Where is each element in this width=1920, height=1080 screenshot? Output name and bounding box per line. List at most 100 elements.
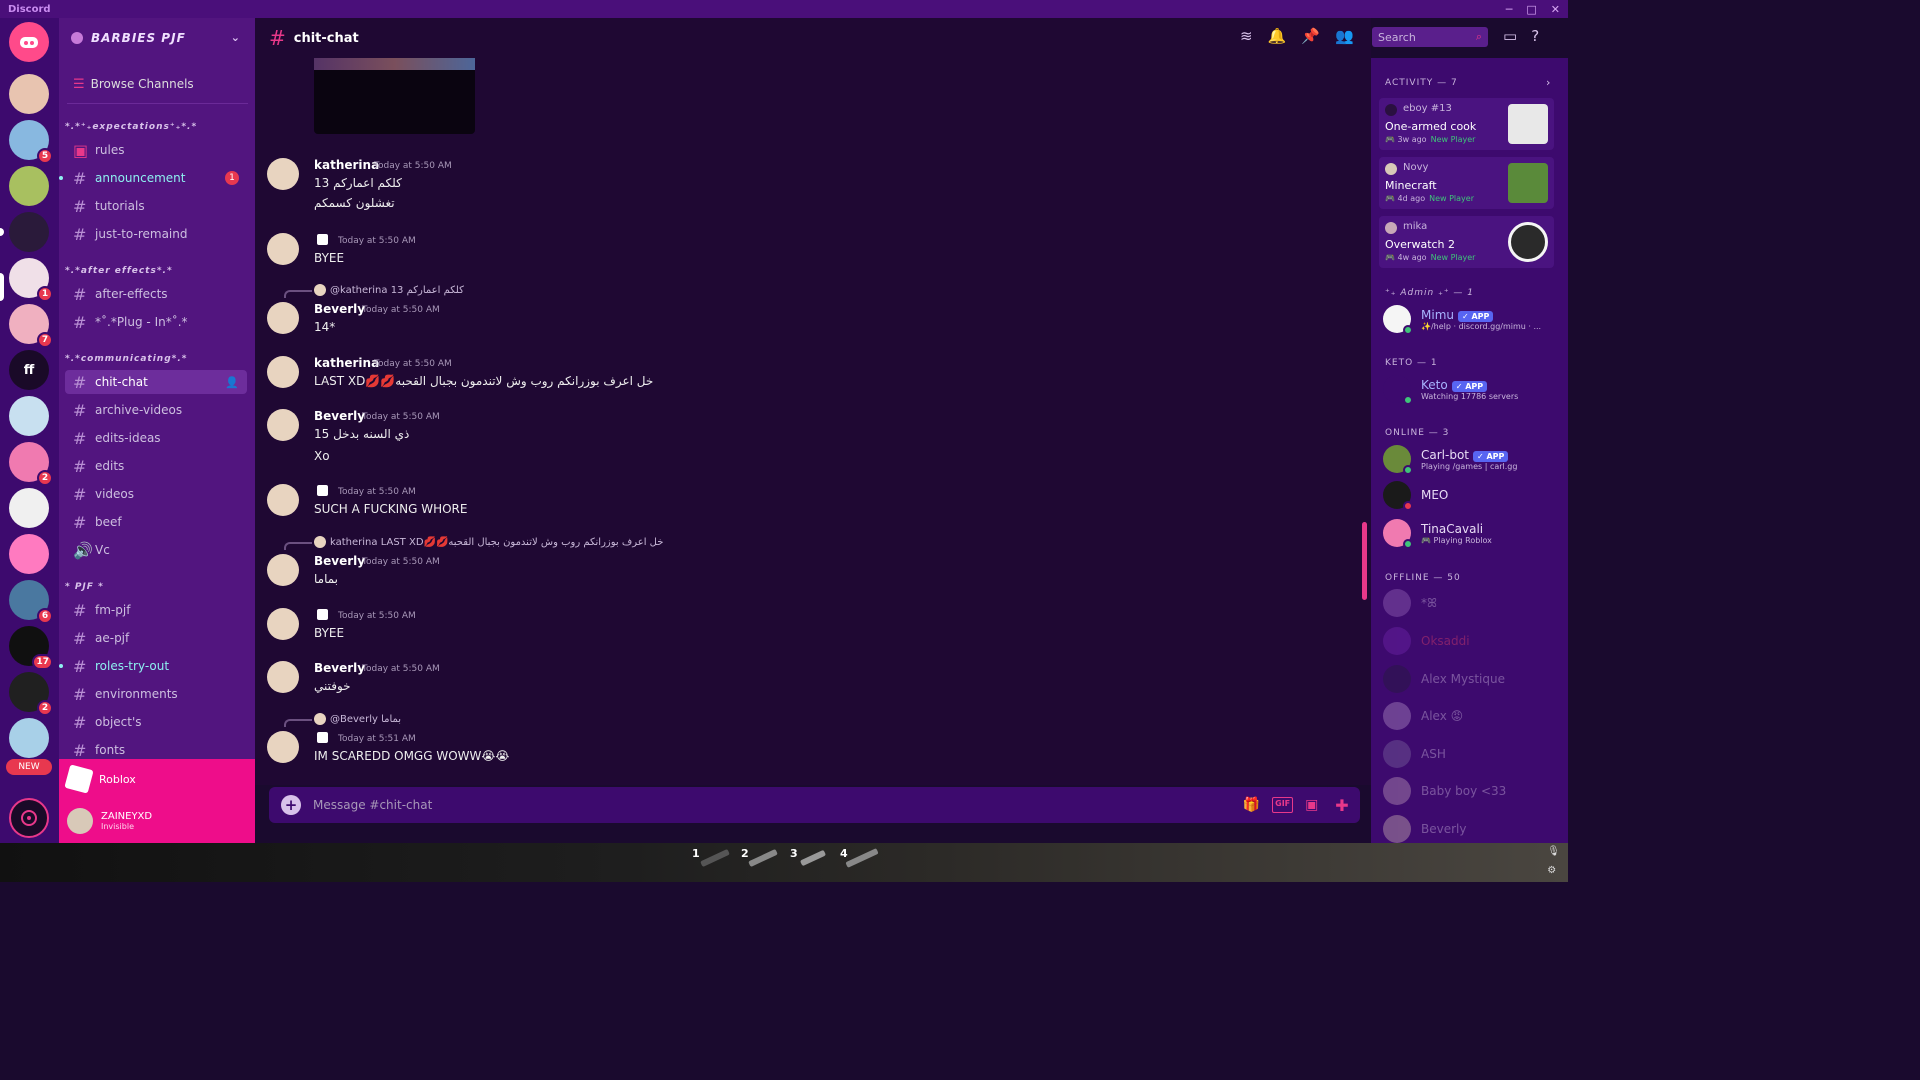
attach-plus-icon[interactable]: + (281, 795, 301, 815)
hotbar-slot[interactable]: 3 (790, 847, 798, 860)
minimize-button[interactable]: ─ (1506, 3, 1513, 16)
server-icon-selected[interactable]: 1 (9, 258, 53, 302)
server-icon[interactable] (9, 718, 49, 758)
member-list-icon[interactable]: 👥 (1335, 27, 1354, 45)
channel-edits-ideas[interactable]: # edits-ideas (65, 426, 247, 450)
reply-preview[interactable]: @katherina 13 كلكم اعماركم (314, 284, 464, 296)
image-attachment[interactable] (314, 58, 475, 134)
member-item[interactable]: MEO (1383, 478, 1563, 512)
avatar[interactable] (267, 608, 299, 640)
avatar[interactable] (267, 158, 299, 190)
channel-chit-chat[interactable]: # chit-chat 👤 (65, 370, 247, 394)
maximize-button[interactable]: □ (1526, 3, 1536, 16)
server-icon[interactable]: 5 (9, 120, 53, 164)
message-author[interactable]: Beverly (314, 661, 365, 675)
settings-icon[interactable]: ⚙ (1547, 865, 1560, 876)
channel-videos[interactable]: # videos (65, 482, 247, 506)
avatar[interactable] (267, 661, 299, 693)
activity-card[interactable]: mika Overwatch 2 🎮 4w ago New Player (1379, 216, 1554, 268)
avatar[interactable] (267, 484, 299, 516)
hotbar-slot[interactable]: 4 (840, 847, 848, 860)
server-icon[interactable]: 17 (9, 626, 53, 670)
avatar[interactable] (267, 233, 299, 265)
member-item[interactable]: Mimu ✓ APP ✨/help · discord.gg/mimu · ... (1383, 302, 1563, 336)
server-icon[interactable]: 7 (9, 304, 53, 348)
channel-tutorials[interactable]: # tutorials (65, 194, 247, 218)
channel-vc[interactable]: 🔊 Vc (65, 538, 247, 562)
channel-edits[interactable]: # edits (65, 454, 247, 478)
discover-button[interactable] (9, 798, 49, 838)
avatar[interactable] (267, 302, 299, 334)
member-item[interactable]: Alex Mystique (1383, 662, 1563, 696)
member-item[interactable]: ASH (1383, 737, 1563, 771)
channel-archive-videos[interactable]: # archive-videos (65, 398, 247, 422)
gif-icon[interactable]: GIF (1272, 797, 1294, 813)
message-author[interactable]: katherina (314, 356, 379, 370)
server-icon[interactable] (9, 396, 49, 436)
category-header[interactable]: *.*communicating*.* (65, 354, 187, 364)
avatar[interactable] (267, 409, 299, 441)
member-item[interactable]: Baby boy <33 (1383, 774, 1563, 808)
category-header[interactable]: *.*after effects*.* (65, 266, 173, 276)
channel-environments[interactable]: # environments (65, 682, 247, 706)
gift-icon[interactable]: 🎁 (1243, 797, 1260, 813)
reply-preview[interactable]: katherina LAST XD💋💋خل اعرف بوزرانكم روب … (314, 536, 663, 548)
avatar[interactable] (267, 356, 299, 388)
channel-announcement[interactable]: # announcement 1 (59, 166, 247, 190)
threads-icon[interactable]: ≋ (1240, 27, 1253, 45)
activity-card[interactable]: eboy #13 One-armed cook 🎮 3w ago New Play… (1379, 98, 1554, 150)
member-item[interactable]: TinaCavali 🎮 Playing Roblox (1383, 516, 1563, 550)
invite-icon[interactable]: 👤 (225, 376, 239, 389)
search-input[interactable]: Search ⌕ (1372, 27, 1488, 47)
member-item[interactable]: Oksaddi (1383, 624, 1563, 658)
hotbar-slot[interactable]: 2 (741, 847, 749, 860)
chevron-right-icon[interactable]: › (1546, 76, 1550, 89)
server-icon[interactable] (9, 488, 49, 528)
server-icon[interactable]: 2 (9, 442, 53, 486)
channel-after-effects[interactable]: # after-effects (65, 282, 247, 306)
avatar[interactable] (267, 731, 299, 763)
server-icon[interactable]: 2 (9, 672, 53, 716)
help-icon[interactable]: ? (1531, 27, 1539, 45)
category-header[interactable]: * PJF * (65, 582, 104, 592)
channel-objects[interactable]: # object's (65, 710, 247, 734)
channel-plug-in[interactable]: # *˚.*Plug - In*˚.* (65, 310, 247, 334)
sticker-icon[interactable]: ▣ (1305, 797, 1318, 813)
server-header[interactable]: BARBIES PJF ⌄ (59, 18, 255, 58)
hotbar-slot[interactable]: 1 (692, 847, 700, 860)
activity-card[interactable]: Novy Minecraft 🎮 4d ago New Player (1379, 157, 1554, 209)
message-author[interactable]: Beverly (314, 554, 365, 568)
message-author[interactable]: Beverly (314, 302, 365, 316)
message-composer[interactable]: + Message #chit-chat 🎁 GIF ▣ ☺ (269, 787, 1359, 823)
server-icon[interactable] (9, 166, 49, 206)
channel-rules[interactable]: ▣ rules (65, 138, 247, 162)
member-item[interactable]: Keto ✓ APP Watching 17786 servers (1383, 372, 1563, 406)
channel-ae-pjf[interactable]: # ae-pjf (65, 626, 247, 650)
channel-fm-pjf[interactable]: # fm-pjf (65, 598, 247, 622)
message-input[interactable]: Message #chit-chat (313, 798, 432, 812)
home-button[interactable] (9, 22, 49, 62)
member-item[interactable]: *ꕤ (1383, 586, 1563, 620)
member-item[interactable]: Beverly (1383, 812, 1563, 843)
channel-roles-try-out[interactable]: # roles-try-out (59, 654, 247, 678)
channel-beef[interactable]: # beef (65, 510, 247, 534)
inbox-icon[interactable]: ▭ (1503, 27, 1517, 45)
avatar[interactable] (267, 554, 299, 586)
user-panel[interactable]: ZAINEYXD Invisible (59, 799, 255, 843)
message-author[interactable]: katherina (314, 158, 379, 172)
close-button[interactable]: ✕ (1551, 3, 1560, 16)
pin-icon[interactable]: 📌 (1301, 27, 1320, 45)
server-icon[interactable]: ff (9, 350, 49, 390)
browse-channels-button[interactable]: ☰ Browse Channels (67, 70, 248, 98)
current-activity[interactable]: Roblox (59, 759, 255, 799)
chat-scrollbar[interactable] (1362, 522, 1367, 600)
server-icon[interactable]: 6 (9, 580, 53, 624)
server-icon[interactable] (9, 74, 49, 114)
apps-icon[interactable]: ✚ (1324, 787, 1360, 823)
channel-fonts[interactable]: # fonts (65, 738, 247, 760)
member-item[interactable]: Carl-bot ✓ APP Playing /games | carl.gg (1383, 442, 1563, 476)
member-item[interactable]: Alex 😡 (1383, 699, 1563, 733)
server-icon[interactable] (9, 534, 49, 574)
reply-preview[interactable]: @Beverly بماما (314, 713, 401, 725)
channel-just-to-remaind[interactable]: # just-to-remaind (65, 222, 247, 246)
